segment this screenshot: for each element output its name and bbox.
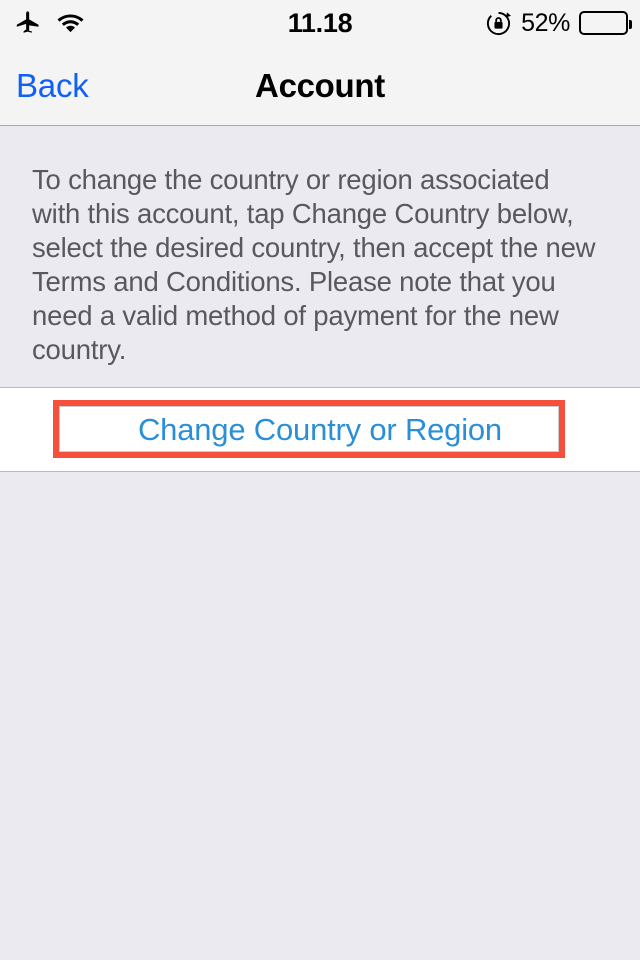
page-title: Account xyxy=(255,66,385,104)
status-bar-left-group xyxy=(14,9,85,37)
status-bar-clock: 11.18 xyxy=(287,7,353,38)
description-block: To change the country or region associat… xyxy=(0,127,640,387)
phone-screen: 11.18 52% Back Account To change the cou… xyxy=(0,0,640,960)
airplane-mode-icon xyxy=(14,9,42,37)
change-country-row[interactable]: Change Country or Region xyxy=(0,388,640,472)
battery-percentage-label: 52% xyxy=(521,8,570,37)
change-country-button-label: Change Country or Region xyxy=(138,411,502,447)
status-bar: 11.18 52% xyxy=(0,0,640,46)
description-text: To change the country or region associat… xyxy=(32,164,596,365)
navigation-bar: Back Account xyxy=(0,46,640,126)
wifi-icon xyxy=(56,12,85,34)
rotation-lock-icon xyxy=(485,10,512,37)
status-bar-right-group: 52% xyxy=(485,8,632,38)
battery-icon xyxy=(579,11,632,35)
content-area: To change the country or region associat… xyxy=(0,127,640,960)
